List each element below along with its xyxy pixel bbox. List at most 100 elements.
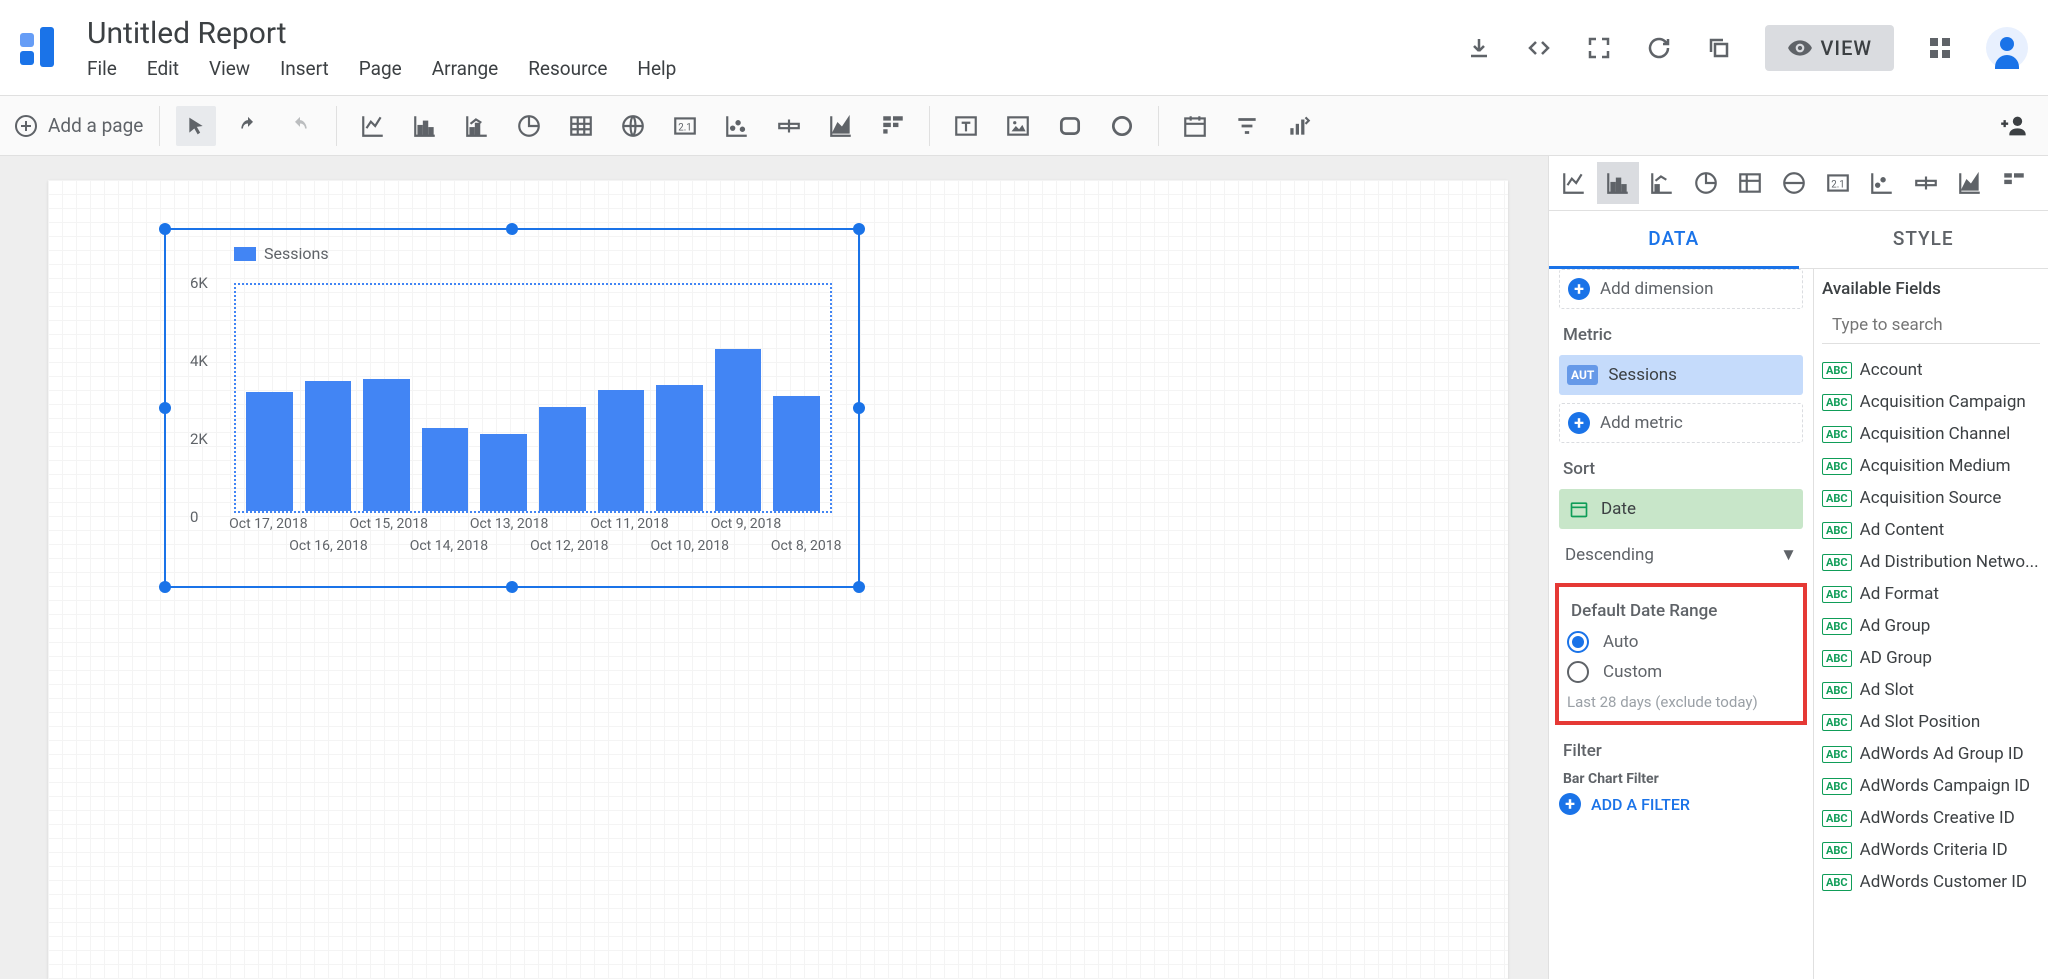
pivot-icon[interactable] <box>873 106 913 146</box>
ct-area-icon[interactable] <box>1949 162 1991 204</box>
line-chart-icon[interactable] <box>353 106 393 146</box>
text-icon[interactable] <box>946 106 986 146</box>
abc-badge-icon: ABC <box>1822 618 1852 635</box>
ct-scorecard-icon[interactable]: 2.1 <box>1817 162 1859 204</box>
ct-table-icon[interactable] <box>1729 162 1771 204</box>
field-row[interactable]: ABCAcquisition Campaign <box>1822 386 2040 418</box>
copy-icon[interactable] <box>1705 34 1733 62</box>
abc-badge-icon: ABC <box>1822 490 1852 507</box>
apps-icon[interactable] <box>1926 34 1954 62</box>
field-name: AdWords Ad Group ID <box>1860 744 2024 764</box>
fields-search-input[interactable] <box>1832 315 2048 335</box>
data-control-icon[interactable] <box>1279 106 1319 146</box>
ct-scatter-icon[interactable] <box>1861 162 1903 204</box>
resize-handle[interactable] <box>159 402 171 414</box>
menu-page[interactable]: Page <box>359 57 402 80</box>
abc-badge-icon: ABC <box>1822 362 1852 379</box>
resize-handle[interactable] <box>159 581 171 593</box>
menu-insert[interactable]: Insert <box>280 57 329 80</box>
resize-handle[interactable] <box>506 581 518 593</box>
field-row[interactable]: ABCAdWords Ad Group ID <box>1822 738 2040 770</box>
embed-icon[interactable] <box>1525 34 1553 62</box>
ct-geo-icon[interactable] <box>1773 162 1815 204</box>
metric-pill[interactable]: AUT Sessions <box>1559 355 1803 395</box>
ct-pivot-icon[interactable] <box>1993 162 2035 204</box>
field-row[interactable]: ABCAdWords Campaign ID <box>1822 770 2040 802</box>
field-row[interactable]: ABCAdWords Creative ID <box>1822 802 2040 834</box>
redo-icon[interactable] <box>280 106 320 146</box>
scatter-icon[interactable] <box>717 106 757 146</box>
ct-bar-icon[interactable] <box>1597 162 1639 204</box>
image-icon[interactable] <box>998 106 1038 146</box>
resize-handle[interactable] <box>506 223 518 235</box>
canvas-area[interactable]: Sessions Oct 17, 2018Oct 15, 2018Oct 13,… <box>0 156 1548 979</box>
circle-icon[interactable] <box>1102 106 1142 146</box>
report-canvas[interactable]: Sessions Oct 17, 2018Oct 15, 2018Oct 13,… <box>48 180 1508 979</box>
bar <box>539 407 586 511</box>
scorecard-icon[interactable]: 2.1 <box>665 106 705 146</box>
chevron-down-icon: ▼ <box>1780 545 1797 565</box>
add-dimension-button[interactable]: + Add dimension <box>1559 269 1803 309</box>
bullet-icon[interactable] <box>769 106 809 146</box>
field-row[interactable]: ABCAd Slot Position <box>1822 706 2040 738</box>
menu-resource[interactable]: Resource <box>528 57 607 80</box>
view-button[interactable]: VIEW <box>1765 25 1894 71</box>
resize-handle[interactable] <box>853 223 865 235</box>
resize-handle[interactable] <box>853 402 865 414</box>
filter-control-icon[interactable] <box>1227 106 1267 146</box>
date-range-icon[interactable] <box>1175 106 1215 146</box>
field-row[interactable]: ABCAdWords Criteria ID <box>1822 834 2040 866</box>
tab-data[interactable]: DATA <box>1549 211 1799 269</box>
menu-file[interactable]: File <box>87 57 117 80</box>
select-tool-icon[interactable] <box>176 106 216 146</box>
field-row[interactable]: ABCAdWords Customer ID <box>1822 866 2040 898</box>
menu-edit[interactable]: Edit <box>147 57 179 80</box>
geo-icon[interactable] <box>613 106 653 146</box>
field-name: Account <box>1860 360 1923 380</box>
refresh-icon[interactable] <box>1645 34 1673 62</box>
resize-handle[interactable] <box>853 581 865 593</box>
resize-handle[interactable] <box>159 223 171 235</box>
field-row[interactable]: ABCAcquisition Source <box>1822 482 2040 514</box>
avatar[interactable] <box>1986 27 2028 69</box>
ct-combo-icon[interactable] <box>1641 162 1683 204</box>
add-people-icon[interactable] <box>1994 106 2034 146</box>
tab-style[interactable]: STYLE <box>1799 211 2048 268</box>
bar-chart-icon[interactable] <box>405 106 445 146</box>
field-row[interactable]: ABCAcquisition Channel <box>1822 418 2040 450</box>
field-row[interactable]: ABCAcquisition Medium <box>1822 450 2040 482</box>
ct-bullet-icon[interactable] <box>1905 162 1947 204</box>
field-row[interactable]: ABCAd Format <box>1822 578 2040 610</box>
undo-icon[interactable] <box>228 106 268 146</box>
radio-custom[interactable]: Custom <box>1567 661 1795 683</box>
ct-line-icon[interactable] <box>1553 162 1595 204</box>
fields-search[interactable] <box>1822 311 2040 344</box>
download-icon[interactable] <box>1465 34 1493 62</box>
menu-view[interactable]: View <box>209 57 250 80</box>
sort-direction-dropdown[interactable]: Descending ▼ <box>1559 537 1803 573</box>
add-page-button[interactable]: Add a page <box>14 114 143 138</box>
field-row[interactable]: ABCAd Content <box>1822 514 2040 546</box>
pie-chart-icon[interactable] <box>509 106 549 146</box>
table-icon[interactable] <box>561 106 601 146</box>
radio-auto[interactable]: Auto <box>1567 631 1795 653</box>
field-row[interactable]: ABCAd Slot <box>1822 674 2040 706</box>
ct-pie-icon[interactable] <box>1685 162 1727 204</box>
bar <box>305 381 352 511</box>
date-range-label: Default Date Range <box>1571 601 1795 621</box>
fullscreen-icon[interactable] <box>1585 34 1613 62</box>
field-row[interactable]: ABC Account <box>1822 354 2040 386</box>
add-filter-button[interactable]: + ADD A FILTER <box>1559 793 1803 815</box>
field-row[interactable]: ABCAd Distribution Netwo... <box>1822 546 2040 578</box>
field-row[interactable]: ABCAD Group <box>1822 642 2040 674</box>
selected-chart[interactable]: Sessions Oct 17, 2018Oct 15, 2018Oct 13,… <box>164 228 860 588</box>
menu-arrange[interactable]: Arrange <box>432 57 498 80</box>
field-row[interactable]: ABCAd Group <box>1822 610 2040 642</box>
rect-icon[interactable] <box>1050 106 1090 146</box>
add-metric-button[interactable]: + Add metric <box>1559 403 1803 443</box>
report-title[interactable]: Untitled Report <box>87 16 676 51</box>
menu-help[interactable]: Help <box>637 57 676 80</box>
area-chart-icon[interactable] <box>821 106 861 146</box>
combo-chart-icon[interactable] <box>457 106 497 146</box>
sort-pill[interactable]: Date <box>1559 489 1803 529</box>
